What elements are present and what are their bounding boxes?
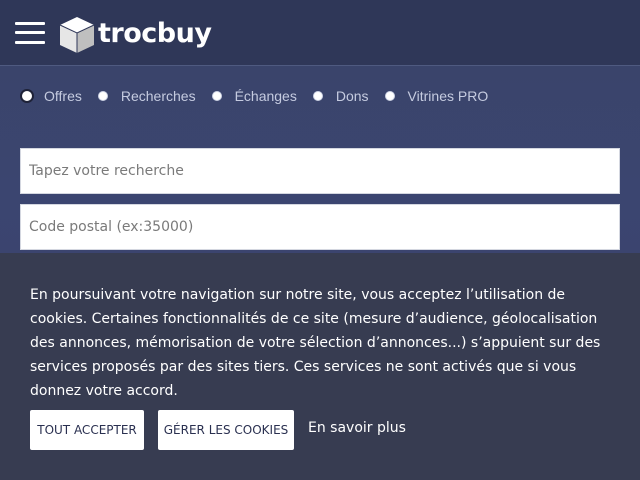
- logo-text: trocbuy: [98, 17, 212, 49]
- manage-cookies-button[interactable]: Gérer les cookies: [158, 410, 294, 450]
- radio-icon[interactable]: [384, 91, 395, 101]
- trocbuy-logo[interactable]: trocbuy: [58, 14, 212, 56]
- filter-label: Échanges: [234, 88, 297, 104]
- filter-label: Dons: [335, 88, 369, 104]
- filter-offres[interactable]: Offres: [20, 88, 82, 104]
- cube-logo-icon: [59, 17, 95, 53]
- filter-vitrines-pro[interactable]: Vitrines PRO: [384, 88, 489, 104]
- radio-selected-icon[interactable]: [20, 89, 34, 103]
- radio-icon[interactable]: [97, 91, 108, 101]
- learn-more-link[interactable]: En savoir plus: [308, 420, 406, 436]
- filter-label: Vitrines PRO: [407, 88, 489, 104]
- filter-dons[interactable]: Dons: [312, 88, 369, 104]
- filter-label: Recherches: [120, 88, 196, 104]
- search-input[interactable]: [20, 148, 620, 194]
- filter-recherches[interactable]: Recherches: [97, 88, 196, 104]
- filter-echanges[interactable]: Échanges: [211, 88, 297, 104]
- listing-type-filter: Offres Recherches Échanges Dons Vitrines…: [20, 88, 504, 104]
- postal-code-input[interactable]: [20, 204, 620, 250]
- filter-label: Offres: [44, 88, 82, 104]
- top-header: trocbuy: [0, 0, 640, 66]
- radio-icon[interactable]: [312, 91, 323, 101]
- accept-all-cookies-button[interactable]: Tout accepter: [30, 410, 144, 450]
- hamburger-menu-icon[interactable]: [15, 22, 45, 44]
- cookie-consent-banner: En poursuivant votre navigation sur notr…: [0, 253, 640, 480]
- radio-icon[interactable]: [211, 91, 222, 101]
- cookie-notice-text: En poursuivant votre navigation sur notr…: [30, 287, 601, 399]
